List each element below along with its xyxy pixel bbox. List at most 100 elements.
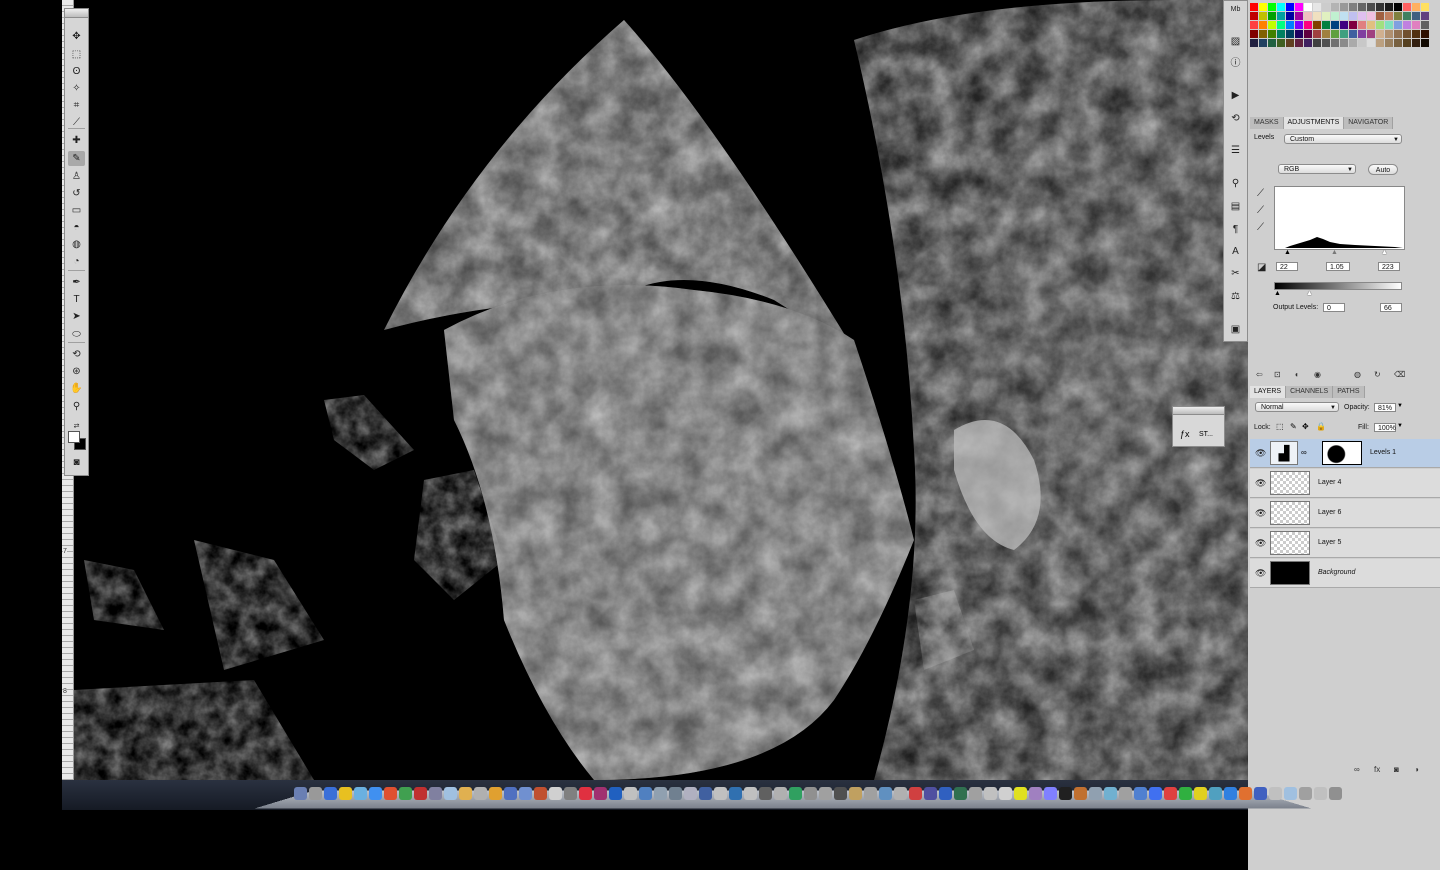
dock-app-icon[interactable] [894,787,907,800]
dock-app-icon[interactable] [1014,787,1027,800]
color-swatch[interactable] [1277,3,1285,11]
dock-app-icon[interactable] [1149,787,1162,800]
view-previous-icon[interactable]: ◍ [1354,370,1361,379]
fill-field[interactable]: 100% [1374,423,1396,432]
color-swatch[interactable] [1385,30,1393,38]
magic-wand-tool[interactable]: ✧ [68,81,85,96]
color-swatch[interactable] [1367,12,1375,20]
color-swatch[interactable] [1421,3,1429,11]
layer-row-background[interactable]: 👁 Background [1250,559,1440,588]
color-swatch[interactable] [1403,3,1411,11]
color-swatch[interactable] [1322,3,1330,11]
styles-panel-titlebar[interactable] [1173,407,1224,415]
color-swatch[interactable] [1259,30,1267,38]
dock-app-icon[interactable] [1269,787,1282,800]
layer-name[interactable]: Layer 5 [1318,539,1341,546]
zoom-tool[interactable]: ⚲ [68,399,85,414]
color-swatch[interactable] [1349,39,1357,47]
dock-app-icon[interactable] [564,787,577,800]
dock-app-icon[interactable] [489,787,502,800]
color-swatch[interactable] [1403,30,1411,38]
dock-app-icon[interactable] [864,787,877,800]
dock-app-icon[interactable] [504,787,517,800]
color-swatch[interactable] [1304,30,1312,38]
pen-tool[interactable]: ✒ [68,275,85,290]
dock-app-icon[interactable] [834,787,847,800]
tab-layers[interactable]: LAYERS [1250,386,1287,398]
color-swatch[interactable] [1394,30,1402,38]
input-gamma-field[interactable]: 1.05 [1326,262,1350,271]
ellipse-tool[interactable]: ⬭ [68,327,85,342]
opacity-arrow-icon[interactable]: ▼ [1397,403,1403,409]
character-icon[interactable]: A [1228,245,1243,259]
output-black-field[interactable]: 0 [1323,303,1345,312]
black-input-slider[interactable]: ▲ [1284,249,1291,256]
color-swatch[interactable] [1412,30,1420,38]
color-swatch[interactable] [1394,3,1402,11]
color-swatch[interactable] [1277,30,1285,38]
dock-app-icon[interactable] [339,787,352,800]
gray-point-eyedropper-icon[interactable]: ⟋ [1257,205,1268,217]
preset-select[interactable]: Custom ▼ [1284,134,1402,144]
color-swatch[interactable] [1403,21,1411,29]
color-swatch[interactable] [1268,3,1276,11]
lock-transparent-icon[interactable]: ⬚ [1276,422,1284,431]
dock-app-icon[interactable] [909,787,922,800]
dock-app-icon[interactable] [459,787,472,800]
brush-presets-icon[interactable]: ☰ [1228,144,1243,158]
link-layers-icon[interactable]: ∞ [1354,765,1360,774]
move-tool[interactable]: ✥ [68,29,85,44]
marquee-tool[interactable]: ⬚ [68,47,85,62]
tab-adjustments[interactable]: ADJUSTMENTS [1283,117,1345,129]
layer-name[interactable]: Levels 1 [1370,449,1396,456]
dock-app-icon[interactable] [939,787,952,800]
lock-image-icon[interactable]: ✎ [1290,422,1297,431]
dock-app-icon[interactable] [1224,787,1237,800]
color-swatch[interactable] [1277,21,1285,29]
opacity-field[interactable]: 81% [1374,403,1396,412]
color-swatch[interactable] [1421,30,1429,38]
dock-app-icon[interactable] [1194,787,1207,800]
color-swatch[interactable] [1313,39,1321,47]
color-swatch[interactable] [1286,21,1294,29]
actions-icon[interactable]: ▶ [1228,89,1243,103]
clipping-icon[interactable]: ◪ [1257,262,1268,274]
color-swatch[interactable] [1331,12,1339,20]
color-swatch[interactable] [1304,39,1312,47]
fill-arrow-icon[interactable]: ▼ [1397,423,1403,429]
input-white-field[interactable]: 223 [1378,262,1400,271]
reset-icon[interactable]: ↻ [1374,370,1381,379]
color-swatch[interactable] [1358,30,1366,38]
clone-source-icon[interactable]: ⚲ [1228,177,1243,191]
input-black-field[interactable]: 22 [1276,262,1298,271]
color-swatch[interactable] [1331,30,1339,38]
color-swatch[interactable] [1421,39,1429,47]
dock-app-icon[interactable] [1104,787,1117,800]
color-swatch[interactable] [1421,21,1429,29]
color-swatch[interactable] [1268,12,1276,20]
color-swatch[interactable] [1331,21,1339,29]
measurement-icon[interactable]: ⚖ [1228,290,1243,304]
dock-app-icon[interactable] [639,787,652,800]
eye-icon[interactable]: 👁 [1255,478,1266,489]
color-swatch[interactable] [1358,12,1366,20]
dock-app-icon[interactable] [729,787,742,800]
dock-app-icon[interactable] [1329,787,1342,800]
dock-app-icon[interactable] [1029,787,1042,800]
color-swatch[interactable] [1349,3,1357,11]
dock-app-icon[interactable] [684,787,697,800]
dock-app-icon[interactable] [1059,787,1072,800]
color-swatch[interactable] [1286,3,1294,11]
tab-navigator[interactable]: NAVIGATOR [1344,117,1394,129]
white-point-eyedropper-icon[interactable]: ⟋ [1257,222,1268,234]
auto-button[interactable]: Auto [1368,164,1398,175]
dock-app-icon[interactable] [549,787,562,800]
layer-row-layer-5[interactable]: 👁 Layer 5 [1250,529,1440,558]
dock-app-icon[interactable] [969,787,982,800]
dock-app-icon[interactable] [1299,787,1312,800]
expand-view-icon[interactable]: ⊡ [1274,370,1281,379]
color-swatch[interactable] [1259,12,1267,20]
blend-mode-select[interactable]: Normal ▼ [1255,402,1339,412]
dock-app-icon[interactable] [294,787,307,800]
dock-app-icon[interactable] [309,787,322,800]
